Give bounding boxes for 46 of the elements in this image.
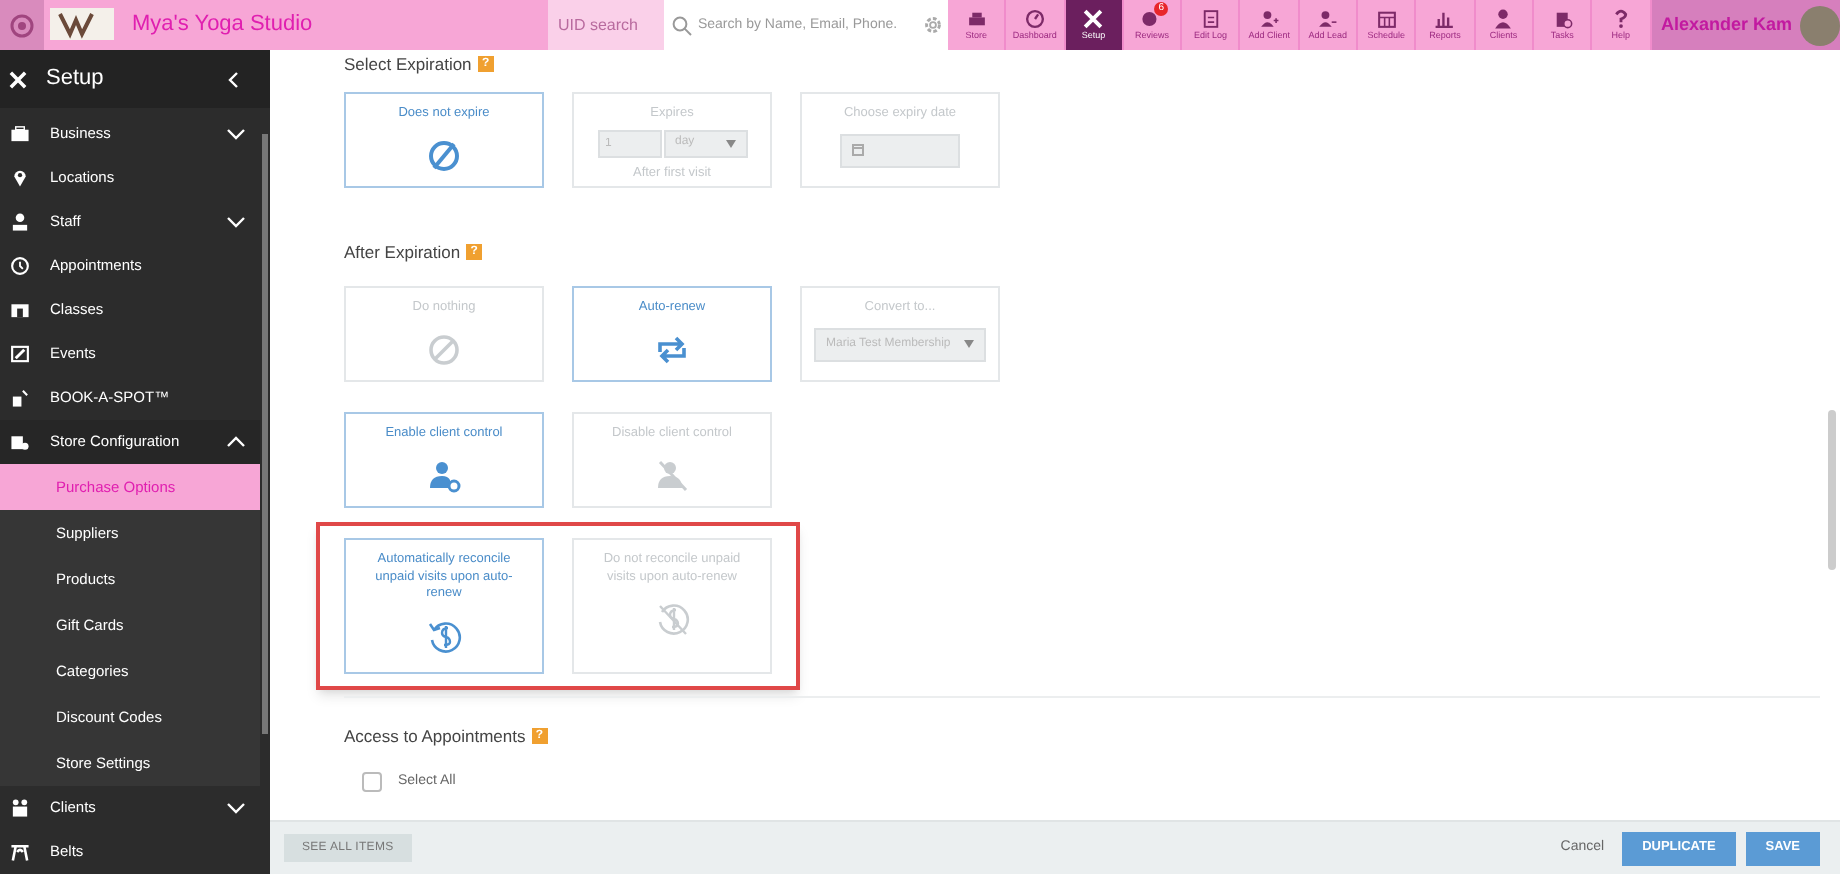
person-icon bbox=[1492, 8, 1515, 31]
search-icon bbox=[671, 15, 692, 35]
section-heading: Access to Appointments bbox=[344, 723, 526, 749]
dropdown-arrow-icon bbox=[725, 139, 735, 147]
section-heading: After Expiration bbox=[344, 239, 461, 265]
building-icon bbox=[10, 300, 30, 320]
clock-icon bbox=[10, 256, 30, 276]
tools-icon bbox=[1082, 8, 1105, 31]
person-gear-icon bbox=[426, 457, 462, 493]
chevron-down-icon bbox=[226, 128, 246, 140]
uid-search-field[interactable]: UID search bbox=[547, 0, 664, 50]
section-heading: Select Expiration bbox=[344, 51, 472, 77]
user-name: Alexander Kam bbox=[1661, 11, 1793, 38]
checkbox[interactable] bbox=[362, 772, 382, 793]
person-icon bbox=[10, 212, 30, 232]
shelf-icon bbox=[965, 8, 988, 31]
dollar-cycle-icon bbox=[426, 617, 462, 653]
settings-icon bbox=[921, 14, 944, 36]
pencil-square-icon bbox=[10, 344, 30, 364]
calendar-icon bbox=[852, 144, 864, 156]
dropdown-arrow-icon bbox=[964, 340, 974, 348]
chevron-down-icon bbox=[226, 216, 246, 228]
studio-name: Mya's Yoga Studio bbox=[130, 10, 315, 40]
date-field[interactable] bbox=[840, 133, 960, 167]
chevron-down-icon bbox=[226, 802, 246, 814]
gauge-icon bbox=[1023, 8, 1046, 31]
question-icon bbox=[1609, 8, 1632, 31]
tools-icon bbox=[8, 69, 28, 89]
document-icon bbox=[1199, 8, 1222, 31]
people-icon bbox=[10, 798, 30, 818]
chevron-up-icon bbox=[226, 436, 246, 448]
collapse-button[interactable] bbox=[224, 69, 240, 89]
crossed-dollar-cycle-icon bbox=[654, 600, 690, 636]
sidebar-title: Setup bbox=[46, 64, 106, 95]
gate-icon bbox=[10, 842, 30, 862]
map-pin-icon bbox=[10, 168, 30, 188]
crossed-person-icon bbox=[654, 457, 690, 493]
repeat-icon bbox=[654, 331, 690, 367]
chevron-left-icon bbox=[227, 71, 237, 87]
briefcase-icon bbox=[10, 124, 30, 144]
avatar bbox=[1800, 5, 1840, 45]
crossed-clock-icon bbox=[426, 137, 462, 173]
prohibited-icon bbox=[426, 331, 462, 367]
bar-chart-icon bbox=[1433, 8, 1456, 31]
calendar-icon bbox=[1375, 8, 1398, 31]
logo-drawing bbox=[50, 8, 114, 40]
